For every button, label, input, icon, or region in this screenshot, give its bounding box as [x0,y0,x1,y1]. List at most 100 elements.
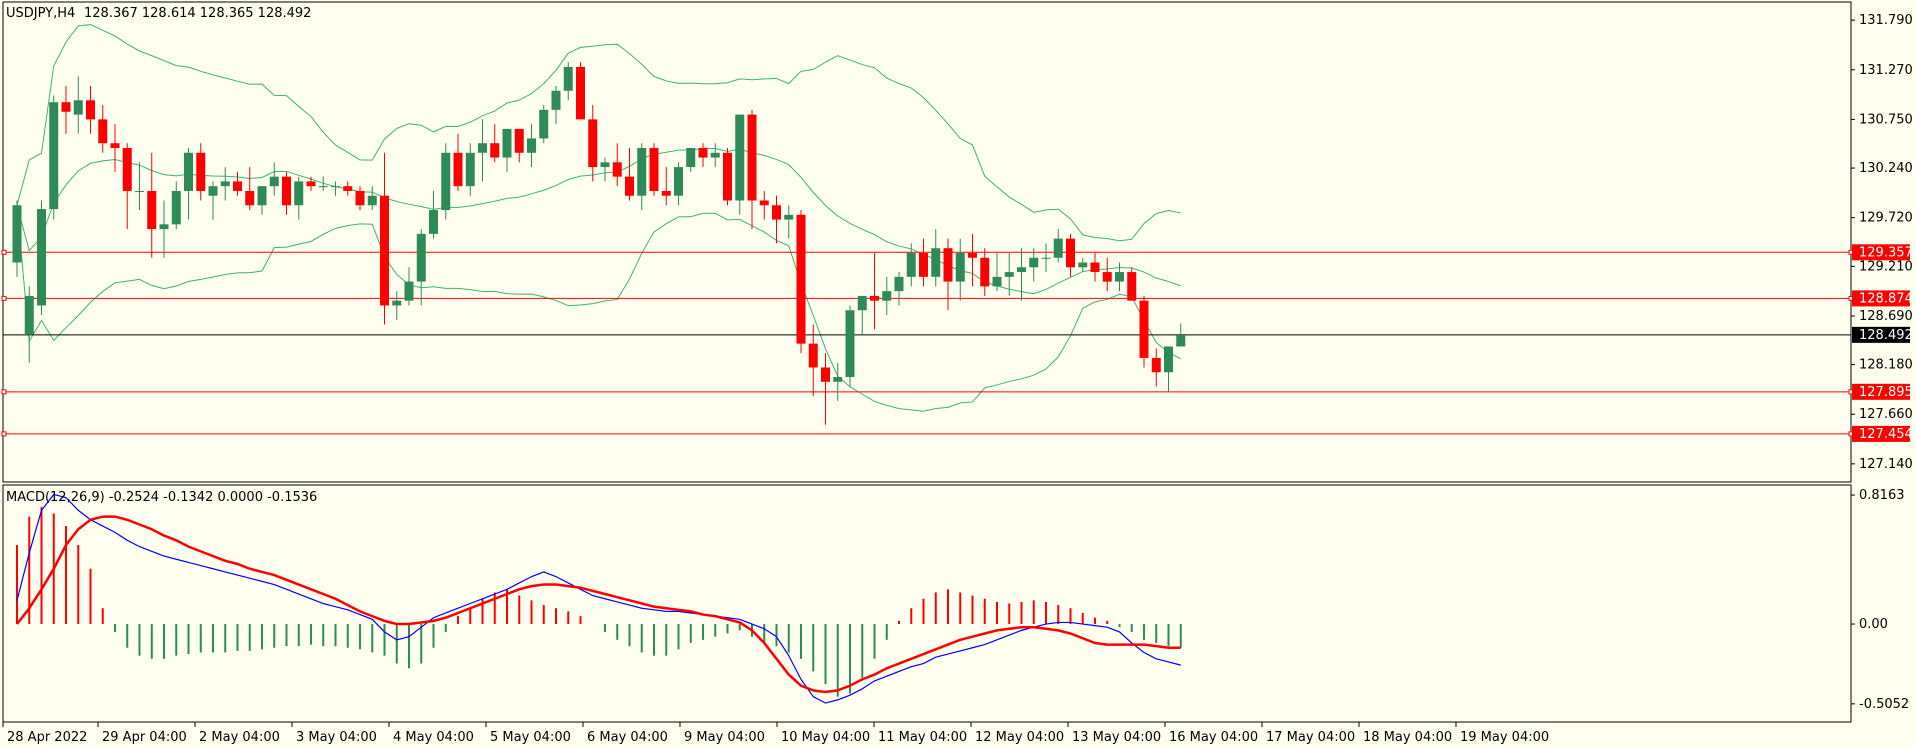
candle-body [1066,238,1075,268]
candle-body [686,148,696,168]
macd-header: MACD(12,26,9) -0.2524 -0.1342 0.0000 -0.… [6,490,317,505]
macd-tick-label: -0.5052 [1859,697,1909,712]
candle-body [612,162,622,177]
candle-body [1017,267,1026,273]
candle-body [502,128,512,158]
time-tick-label: 11 May 04:00 [878,730,967,745]
candle-body [135,190,144,192]
chart-header-ohlc: 128.367 128.614 128.365 128.492 [84,6,311,21]
candle-body [527,138,536,153]
price-tick-label: 129.720 [1859,211,1913,226]
candle-body [723,152,732,201]
price-tick-label: 129.210 [1859,259,1913,274]
candle-body [122,148,132,191]
candle-body [367,195,377,206]
level-price-label: 129.357 [1859,245,1913,260]
candle-body [588,119,598,168]
candle-body [416,233,426,282]
candle-body [906,252,916,277]
candle-body [759,200,769,206]
candle-body [61,102,71,112]
time-tick-label: 6 May 04:00 [587,730,668,745]
candle-body [710,152,720,158]
candle-body [821,367,830,382]
candle-body [955,252,965,282]
candle-body [674,167,683,196]
time-tick-label: 17 May 04:00 [1266,730,1355,745]
candle-body [490,143,500,158]
current-price-label: 128.492 [1859,328,1913,343]
level-price-label: 128.874 [1859,291,1913,306]
macd-tick-label: 0.8163 [1859,488,1905,503]
candle-body [429,210,438,234]
chart-canvas: 129.357 128.874 127.895 127.454 128.492 131.… [0,0,1916,747]
time-tick-label: 5 May 04:00 [490,730,571,745]
candle-body [845,310,855,378]
candle-body [184,152,193,191]
candle-body [968,252,977,258]
candle-body [539,109,549,139]
candle-body [870,295,879,301]
candle-body [1041,257,1051,259]
time-tick-label: 19 May 04:00 [1460,730,1549,745]
candle-body [857,295,867,311]
candle-body [24,295,34,335]
candle-body [257,186,267,206]
level-handle-left [1,295,7,301]
candle-body [37,209,46,306]
macd-tick-label: 0.00 [1859,617,1888,632]
price-tick-label: 127.660 [1859,407,1913,422]
price-tick-label: 131.790 [1859,13,1913,28]
time-tick-label: 3 May 04:00 [296,730,377,745]
candle-body [245,190,255,206]
candle-body [649,148,659,191]
candle-body [1078,262,1088,268]
candle-body [294,181,304,206]
candle-body [698,148,708,158]
candle-body [943,248,953,282]
price-tick-label: 130.240 [1859,161,1913,176]
time-tick-label: 10 May 04:00 [781,730,870,745]
candle-body [159,224,169,230]
candle-body [833,377,843,382]
candle-body [1053,238,1063,258]
candle-body [1127,272,1137,301]
candle-body [1164,346,1173,373]
time-tick-label: 29 Apr 04:00 [102,730,187,745]
candle-body [931,248,941,277]
candle-body [894,276,904,292]
candle-body [600,162,610,168]
price-tick-label: 130.750 [1859,112,1913,127]
candle-body [233,181,242,191]
candle-body [735,114,745,201]
candle-body [355,190,365,206]
candle-body [171,190,181,225]
candle-body [147,190,157,230]
candle-body [796,214,806,344]
time-tick-label: 4 May 04:00 [393,730,474,745]
candle-body [772,205,781,220]
candle-body [1115,272,1124,282]
candle-body [392,300,402,306]
candle-body [12,205,22,263]
price-tick-label: 128.690 [1859,309,1913,324]
level-handle-left [1,431,7,437]
candle-body [1090,262,1100,273]
level-price-label: 127.895 [1859,385,1913,400]
candle-body [196,152,206,191]
time-tick-label: 28 Apr 2022 [7,730,87,745]
candle-body [808,343,818,368]
time-tick-label: 18 May 04:00 [1363,730,1452,745]
candle-body [453,152,463,187]
candle-body [637,148,647,196]
candle-body [404,281,414,301]
candle-body [980,257,990,287]
candle-body [882,291,892,301]
candle-body [625,176,634,196]
candle-body [919,252,928,277]
price-tick-label: 127.140 [1859,457,1913,472]
candle-body [269,176,279,187]
candle-body [514,128,524,153]
time-tick-label: 2 May 04:00 [199,730,280,745]
candle-body [343,186,353,191]
